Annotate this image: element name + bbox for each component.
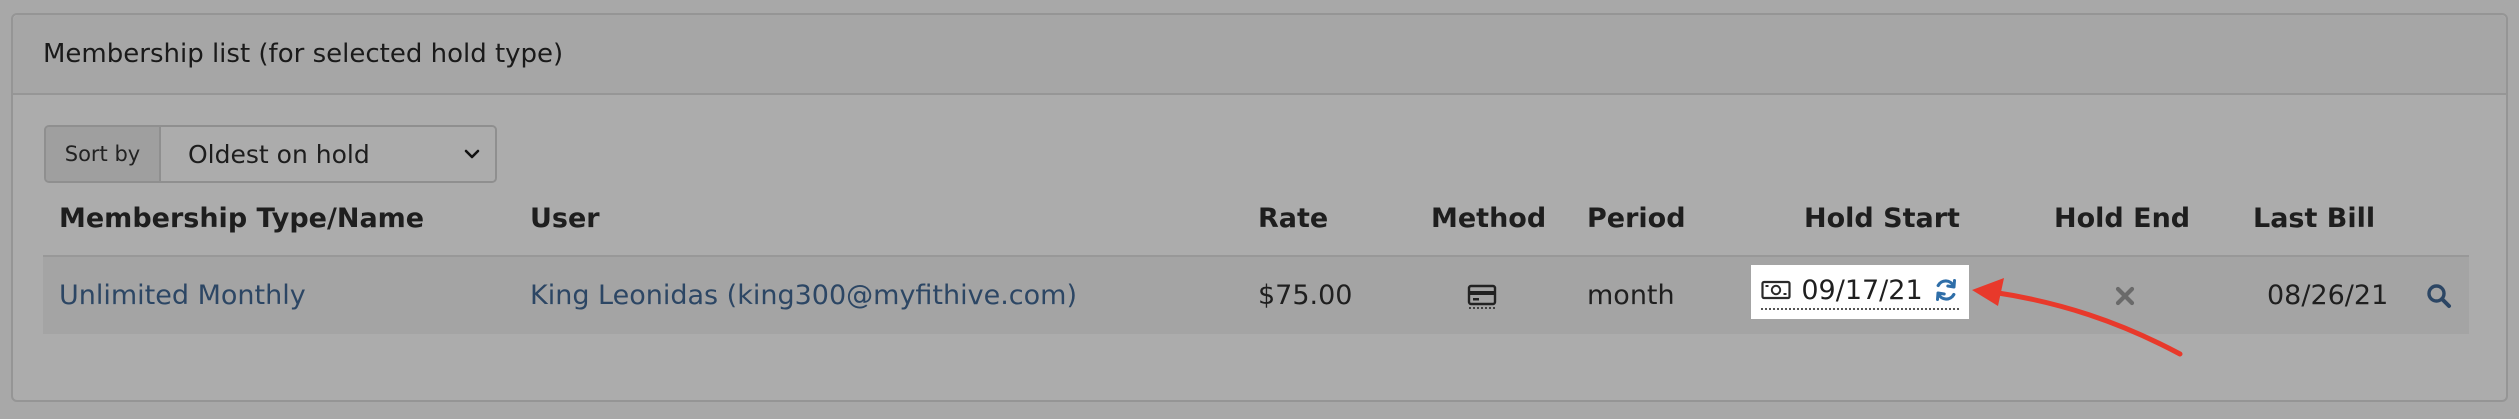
sort-selected-value: Oldest on hold [188, 139, 370, 169]
search-icon[interactable] [2426, 257, 2452, 334]
header-membership-type: Membership Type/Name [59, 203, 425, 234]
header-rate: Rate [1258, 203, 1329, 234]
rate-value: $75.00 [1258, 280, 1353, 311]
chevron-down-icon [464, 149, 480, 159]
panel-title: Membership list (for selected hold type) [43, 39, 564, 69]
panel-header: Membership list (for selected hold type) [13, 15, 2506, 95]
membership-list-panel: Membership list (for selected hold type)… [11, 13, 2508, 402]
membership-type-link[interactable]: Unlimited Monthly [59, 257, 306, 334]
cash-icon [1761, 280, 1791, 300]
table-header: Membership Type/Name User Rate Method Pe… [13, 203, 2506, 243]
sort-by-label: Sort by [46, 127, 161, 181]
last-bill-value: 08/26/21 [2267, 280, 2389, 311]
credit-card-icon [1467, 257, 1497, 334]
period-value: month [1587, 280, 1675, 311]
hold-start-editable[interactable]: 09/17/21 [1761, 274, 1959, 310]
hold-start-cell: 09/17/21 [1751, 265, 1969, 319]
user-link[interactable]: King Leonidas (king300@myfithive.com) [530, 257, 1077, 334]
header-method: Method [1431, 203, 1547, 234]
close-icon[interactable] [2114, 257, 2136, 334]
header-user: User [530, 203, 600, 234]
header-hold-end: Hold End [2054, 203, 2191, 234]
header-last-bill: Last Bill [2253, 203, 2376, 234]
refresh-icon[interactable] [1933, 277, 1959, 303]
hold-start-date: 09/17/21 [1801, 274, 1923, 306]
table-row: Unlimited Monthly King Leonidas (king300… [43, 255, 2469, 334]
sort-control: Sort by Oldest on hold [44, 125, 497, 183]
header-period: Period [1587, 203, 1686, 234]
sort-select[interactable]: Oldest on hold [161, 127, 495, 181]
header-hold-start: Hold Start [1804, 203, 1960, 234]
